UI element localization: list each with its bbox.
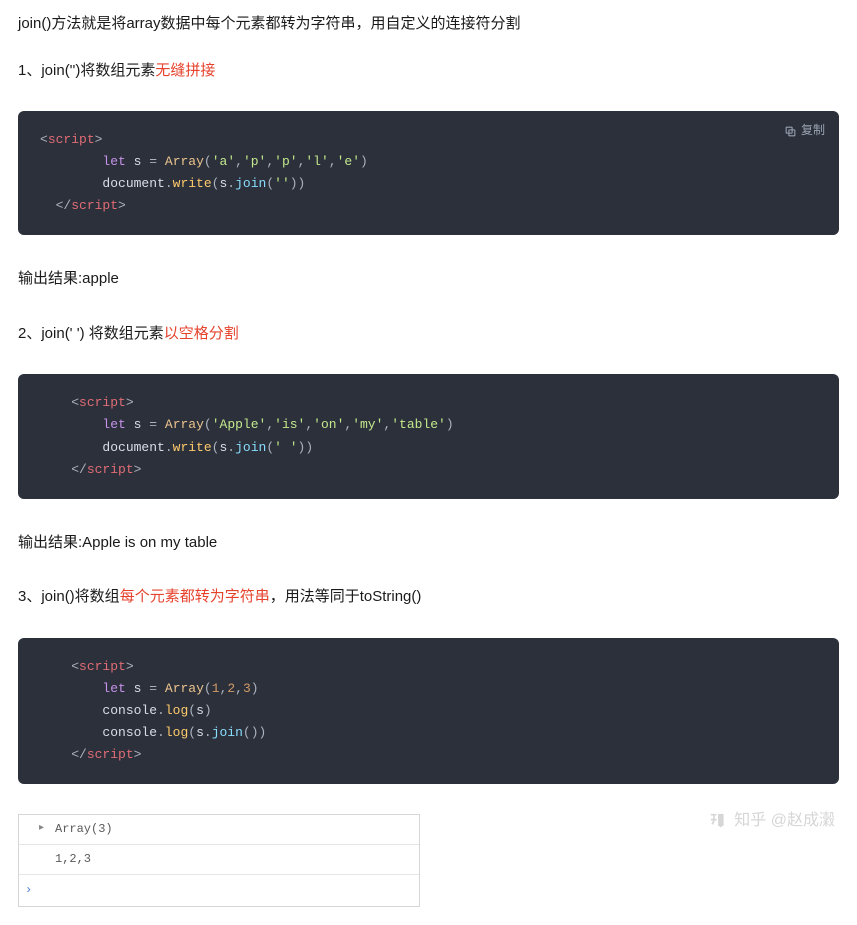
zhihu-icon bbox=[706, 810, 728, 832]
code-3-content: <script> let s = Array(1,2,3) console.lo… bbox=[40, 656, 817, 766]
section1-prefix: 1、join('')将数组元素 bbox=[18, 62, 155, 79]
copy-label: 复制 bbox=[801, 121, 825, 141]
section1-heading: 1、join('')将数组元素无缝拼接 bbox=[18, 57, 839, 86]
section3-highlight: 每个元素都转为字符串 bbox=[120, 588, 270, 605]
code-2-content: <script> let s = Array('Apple','is','on'… bbox=[40, 392, 817, 480]
section2-heading: 2、join(' ') 将数组元素以空格分割 bbox=[18, 320, 839, 349]
section3-heading: 3、join()将数组每个元素都转为字符串，用法等同于toString() bbox=[18, 583, 839, 612]
code-1-content: <script> let s = Array('a','p','p','l','… bbox=[40, 129, 817, 217]
section3-suffix: ，用法等同于toString() bbox=[270, 588, 422, 605]
copy-button[interactable]: 复制 bbox=[784, 121, 825, 141]
console-prompt bbox=[19, 875, 419, 906]
console-line-1: Array(3) bbox=[19, 815, 419, 845]
section2-prefix: 2、join(' ') 将数组元素 bbox=[18, 325, 164, 342]
console-output: Array(3) 1,2,3 bbox=[18, 814, 420, 906]
code-block-1: 复制 <script> let s = Array('a','p','p','l… bbox=[18, 111, 839, 235]
watermark-text: 知乎 @赵成瀔 bbox=[734, 806, 835, 836]
section1-result: 输出结果:apple bbox=[18, 265, 839, 294]
code-block-3: <script> let s = Array(1,2,3) console.lo… bbox=[18, 638, 839, 784]
section3-prefix: 3、join()将数组 bbox=[18, 588, 120, 605]
section1-highlight: 无缝拼接 bbox=[155, 62, 215, 79]
code-block-2: <script> let s = Array('Apple','is','on'… bbox=[18, 374, 839, 498]
copy-icon bbox=[784, 125, 797, 138]
watermark: 知乎 @赵成瀔 bbox=[706, 806, 835, 836]
section2-result: 输出结果:Apple is on my table bbox=[18, 529, 839, 558]
section2-highlight: 以空格分割 bbox=[164, 325, 239, 342]
intro-text: join()方法就是将array数据中每个元素都转为字符串，用自定义的连接符分割 bbox=[18, 10, 839, 39]
console-line-2: 1,2,3 bbox=[19, 845, 419, 875]
